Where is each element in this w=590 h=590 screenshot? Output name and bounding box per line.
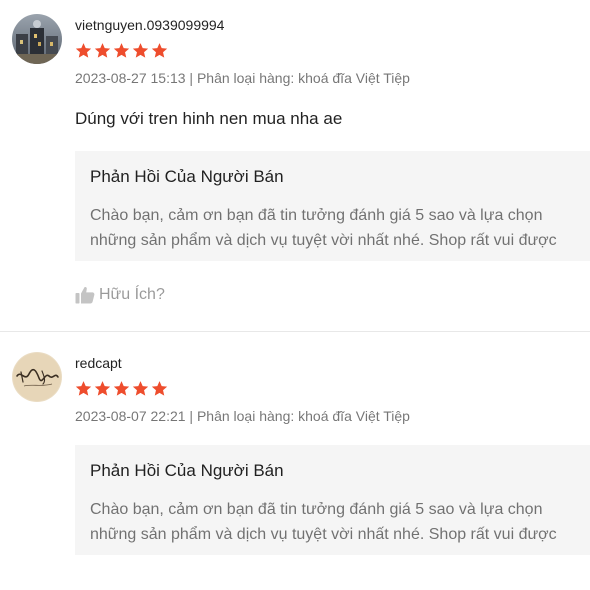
seller-reply-title: Phản Hồi Của Người Bán bbox=[90, 167, 284, 186]
star-icon bbox=[75, 381, 92, 396]
star-icon bbox=[75, 43, 92, 58]
avatar[interactable] bbox=[12, 14, 62, 64]
review-meta: 2023-08-27 15:13 | Phân loại hàng: khoá … bbox=[75, 70, 410, 86]
thumbs-up-icon bbox=[75, 286, 95, 304]
star-icon bbox=[132, 381, 149, 396]
seller-reply-line: những sản phẩm và dịch vụ tuyệt vời nhất… bbox=[90, 232, 557, 249]
star-icon bbox=[132, 43, 149, 58]
star-icon bbox=[151, 381, 168, 396]
seller-reply-title: Phản Hồi Của Người Bán bbox=[90, 461, 284, 480]
review-username[interactable]: redcapt bbox=[75, 355, 122, 371]
star-icon bbox=[94, 381, 111, 396]
seller-reply: Phản Hồi Của Người Bán Chào bạn, cảm ơn … bbox=[75, 445, 590, 555]
review-item: redcapt 2023-08-07 22:21 | Phân loại hàn… bbox=[0, 332, 590, 590]
review-meta: 2023-08-07 22:21 | Phân loại hàng: khoá … bbox=[75, 408, 410, 424]
seller-reply-line: Chào bạn, cảm ơn bạn đã tin tưởng đánh g… bbox=[90, 207, 543, 224]
seller-reply-text: Chào bạn, cảm ơn bạn đã tin tưởng đánh g… bbox=[90, 203, 590, 253]
reviews-list: vietnguyen.0939099994 2023-08-27 15:13 |… bbox=[0, 0, 590, 590]
star-icon bbox=[151, 43, 168, 58]
seller-reply: Phản Hồi Của Người Bán Chào bạn, cảm ơn … bbox=[75, 151, 590, 261]
helpful-label: Hữu Ích? bbox=[99, 286, 165, 303]
review-comment: Dúng với tren hinh nen mua nha ae bbox=[75, 109, 343, 128]
review-username[interactable]: vietnguyen.0939099994 bbox=[75, 17, 224, 33]
helpful-button[interactable]: Hữu Ích? bbox=[75, 285, 165, 305]
star-icon bbox=[113, 43, 130, 58]
seller-reply-line: những sản phẩm và dịch vụ tuyệt vời nhất… bbox=[90, 526, 557, 543]
review-item: vietnguyen.0939099994 2023-08-27 15:13 |… bbox=[0, 0, 590, 331]
rating-stars bbox=[75, 42, 168, 59]
seller-reply-line: Chào bạn, cảm ơn bạn đã tin tưởng đánh g… bbox=[90, 501, 543, 518]
star-icon bbox=[113, 381, 130, 396]
avatar[interactable] bbox=[12, 352, 62, 402]
star-icon bbox=[94, 43, 111, 58]
rating-stars bbox=[75, 380, 168, 397]
seller-reply-text: Chào bạn, cảm ơn bạn đã tin tưởng đánh g… bbox=[90, 497, 590, 547]
